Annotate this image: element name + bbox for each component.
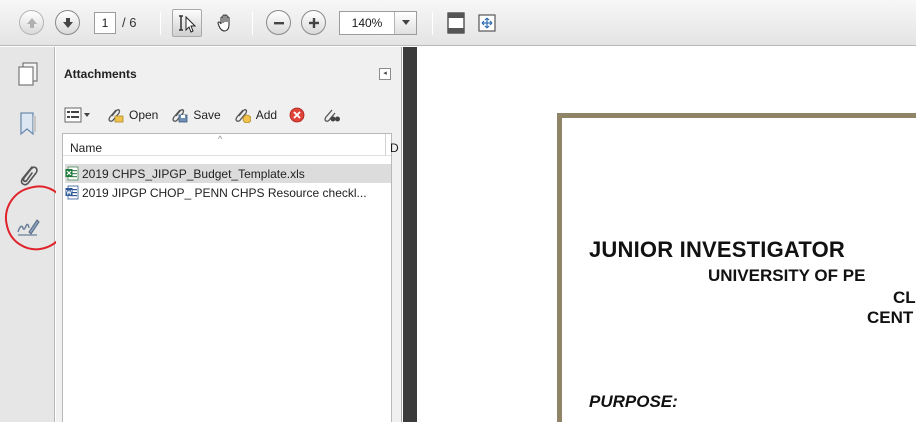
excel-file-icon [65,166,79,181]
binoculars-icon [324,109,341,122]
open-attachment-button[interactable]: Open [106,107,158,123]
main-toolbar: 1 / 6 140% [0,0,916,46]
doc-heading-line3: CL [893,288,916,307]
attachment-name: 2019 CHPS_JIPGP_Budget_Template.xls [82,166,305,181]
zoom-out-button[interactable] [266,10,291,35]
panel-collapse-button[interactable]: ◂ [379,68,391,80]
word-file-icon [65,185,79,200]
add-attachment-icon [235,109,251,123]
pages-panel-button[interactable] [14,59,42,89]
arrow-up-icon [26,17,37,28]
attachment-name: 2019 JIPGP CHOP_ PENN CHPS Resource chec… [82,185,367,200]
arrow-down-icon [62,17,73,28]
add-label: Add [255,108,278,122]
save-attachment-icon [172,109,188,123]
delete-attachment-button[interactable] [289,107,310,123]
sort-indicator: ^ [218,134,223,144]
doc-purpose-heading: PURPOSE: [589,392,678,411]
list-header: ^ Name D [63,134,399,156]
document-viewport[interactable]: JUNIOR INVESTIGATOR UNIVERSITY OF PE CL … [403,47,916,422]
save-attachment-button[interactable]: Save [170,107,221,123]
zoom-out-icon [273,21,284,24]
hand-icon [217,14,230,32]
next-page-button[interactable] [55,10,80,35]
column-header-description[interactable]: D [390,141,399,155]
fit-page-button[interactable] [445,11,467,35]
zoom-in-button[interactable] [301,10,326,35]
hand-tool-button[interactable] [212,9,240,37]
zoom-dropdown-button[interactable] [394,12,416,34]
fit-width-icon [478,14,496,32]
attachment-row-budget[interactable]: 2019 CHPS_JIPGP_Budget_Template.xls [65,164,391,183]
doc-heading-line4: CENT [867,308,914,327]
attachments-list: ^ Name D 2019 CHPS_JIPGP_Budget_Template… [62,133,399,422]
delete-icon [289,107,305,123]
doc-heading-line2: UNIVERSITY OF PE [708,266,866,285]
attachments-toolbar: Open Save Add [64,104,357,126]
open-label: Open [129,108,159,122]
panel-title: Attachments [64,67,137,81]
save-label: Save [193,108,221,122]
chevron-down-icon [401,20,410,25]
doc-heading-line1: JUNIOR INVESTIGATOR [589,237,846,262]
search-attachments-button[interactable] [322,107,345,123]
page-total: / 6 [122,15,137,30]
zoom-select[interactable]: 140% [339,11,417,35]
column-header-name[interactable]: Name [70,141,102,155]
list-options-icon [64,107,90,123]
fit-width-button[interactable] [476,12,498,34]
previous-page-button[interactable] [19,10,44,35]
open-attachment-icon [108,109,124,123]
attachments-panel: Attachments ◂ Open Save Add ^ Name D 201… [56,47,402,422]
navigation-rail [0,47,76,422]
attachment-row-resource-checklist[interactable]: 2019 JIPGP CHOP_ PENN CHPS Resource chec… [65,183,367,202]
page-number-input[interactable]: 1 [94,12,116,34]
bookmarks-panel-button[interactable] [14,109,42,139]
add-attachment-button[interactable]: Add [233,107,277,123]
pages-icon [18,62,38,86]
zoom-in-icon [308,17,319,28]
select-text-icon [179,15,197,33]
zoom-value: 140% [351,16,383,30]
fit-page-icon [447,12,465,34]
view-options-button[interactable] [64,107,92,123]
select-tool-button[interactable] [172,9,202,37]
bookmark-icon [20,112,36,136]
